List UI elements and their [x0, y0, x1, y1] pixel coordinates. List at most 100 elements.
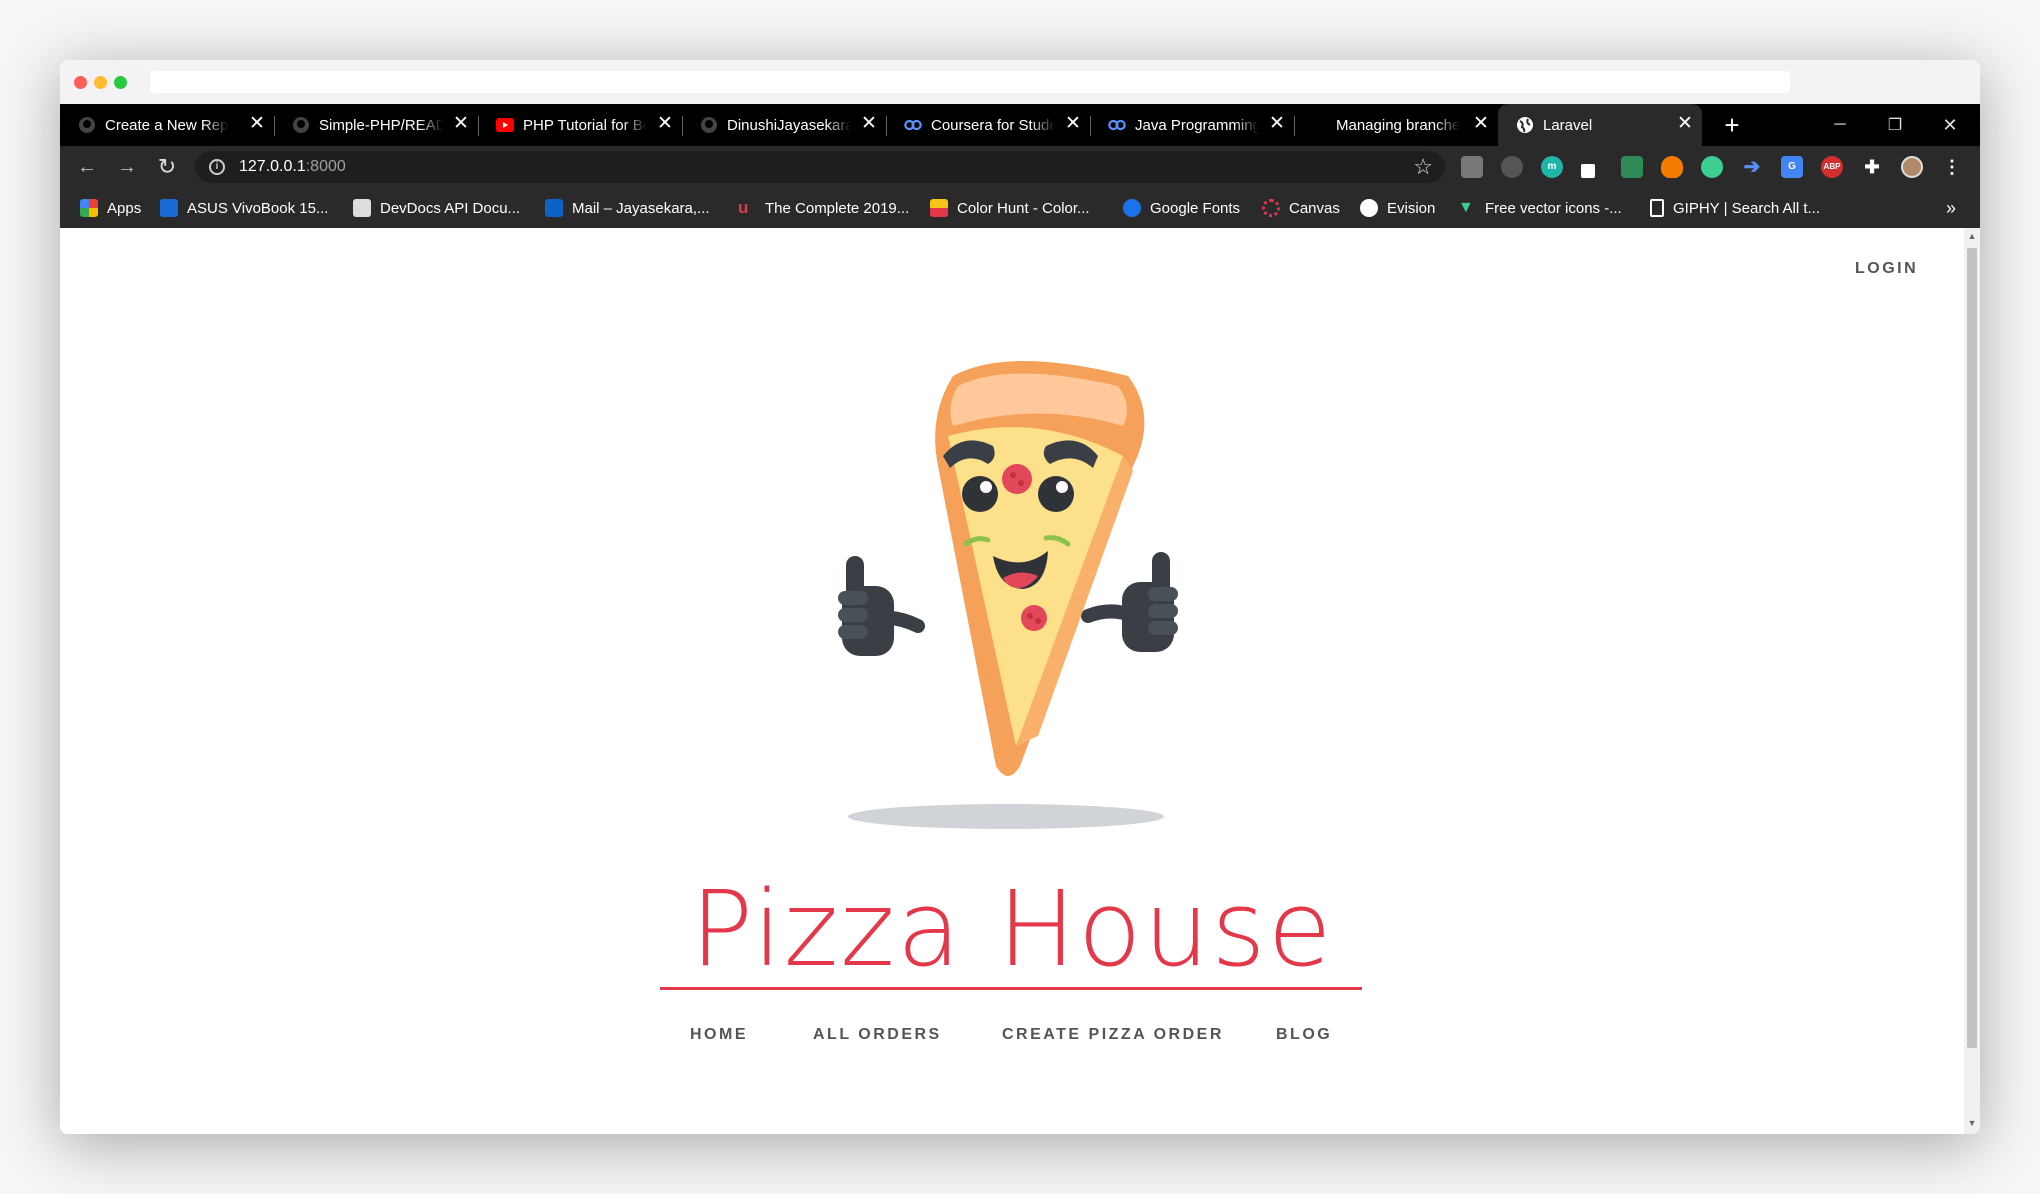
close-icon[interactable]: ✕ [857, 112, 881, 136]
bookmark-udemy[interactable]: u The Complete 2019... [738, 188, 909, 228]
scrollbar-thumb[interactable] [1967, 248, 1977, 1048]
page-title: Pizza House [690, 868, 1334, 990]
bookmark-label: Google Fonts [1150, 199, 1241, 217]
bookmark-colorhunt[interactable]: Color Hunt - Color... [930, 188, 1090, 228]
tab-label: Create a New Repo [105, 117, 229, 134]
nav-create-pizza-order-link[interactable]: CREATE PIZZA ORDER [1002, 1026, 1224, 1044]
bookmark-asus[interactable]: ASUS VivoBook 15... [160, 188, 328, 228]
close-icon[interactable]: ✕ [449, 112, 473, 136]
minimize-window-dot[interactable] [94, 76, 107, 89]
mascot-shadow [848, 804, 1164, 829]
info-icon[interactable]: i [209, 159, 225, 175]
bookmarks-overflow-button[interactable]: » [1946, 188, 1956, 228]
tab-dinushi[interactable]: DinushiJayasekara ✕ [682, 104, 886, 146]
forward-arrow-icon[interactable]: → [114, 154, 140, 180]
zoom-window-dot[interactable] [114, 76, 127, 89]
bookmark-label: Color Hunt - Color... [957, 199, 1090, 217]
coursera-icon [904, 116, 922, 134]
login-link[interactable]: LOGIN [1855, 260, 1918, 278]
puzzle-extensions-icon[interactable]: ✚ [1861, 156, 1883, 178]
color-extension-icon[interactable] [1701, 156, 1723, 178]
bookmark-label: Canvas [1289, 199, 1340, 217]
tab-laravel[interactable]: Laravel ✕ [1498, 104, 1702, 146]
tab-java[interactable]: Java Programming ✕ [1090, 104, 1294, 146]
scroll-up-arrow-icon[interactable]: ▲ [1964, 231, 1980, 245]
bookmarks-bar: Apps ASUS VivoBook 15... DevDocs API Doc… [60, 188, 1980, 228]
devdocs-icon [353, 199, 371, 217]
mac-url-field [150, 71, 1790, 93]
kebab-menu-icon[interactable]: ⋮ [1941, 156, 1963, 178]
tab-managing-branches[interactable]: Managing branche ✕ [1294, 104, 1498, 146]
close-icon[interactable]: ✕ [1469, 112, 1493, 136]
bookmark-giphy[interactable]: GIPHY | Search All t... [1650, 188, 1820, 228]
screenshot-extension-icon[interactable] [1461, 156, 1483, 178]
bookmark-free-vector[interactable]: ▼ Free vector icons -... [1458, 188, 1622, 228]
bookmark-label: Free vector icons -... [1485, 199, 1622, 217]
bookmark-label: Mail – Jayasekara,... [572, 199, 710, 217]
tab-strip: Create a New Repo ✕ Simple-PHP/README ✕ … [60, 104, 1980, 146]
bookmark-label: ASUS VivoBook 15... [187, 199, 329, 217]
close-window-dot[interactable] [74, 76, 87, 89]
close-icon[interactable]: ✕ [1061, 112, 1085, 136]
bug-extension-icon[interactable] [1501, 156, 1523, 178]
pen-extension-icon[interactable] [1581, 164, 1595, 178]
adblock-extension-icon[interactable]: ABP [1821, 156, 1843, 178]
bookmark-label: Apps [107, 199, 142, 217]
nav-all-orders-link[interactable]: ALL ORDERS [813, 1026, 942, 1044]
bookmark-mail[interactable]: Mail – Jayasekara,... [545, 188, 710, 228]
new-tab-button[interactable]: + [1712, 104, 1752, 146]
arrow-extension-icon[interactable]: ➔ [1741, 156, 1763, 178]
nav-blog-link[interactable]: BLOG [1276, 1026, 1332, 1044]
tab-coursera[interactable]: Coursera for Stude ✕ [886, 104, 1090, 146]
udemy-icon: u [738, 198, 749, 217]
tab-label: PHP Tutorial for Be [523, 117, 647, 134]
translate-extension-icon[interactable]: G [1781, 156, 1803, 178]
asus-icon [160, 199, 178, 217]
mail-extension-icon[interactable] [1621, 156, 1643, 178]
avatar[interactable] [1901, 156, 1923, 178]
coursera-icon [1108, 116, 1126, 134]
close-icon[interactable]: ✕ [1673, 112, 1697, 136]
bookmark-evision[interactable]: Evision [1360, 188, 1435, 228]
bookmark-canvas[interactable]: Canvas [1262, 188, 1340, 228]
bookmark-label: GIPHY | Search All t... [1673, 199, 1821, 217]
google-fonts-icon [1123, 199, 1141, 217]
github-icon [78, 116, 96, 134]
page-content: LOGIN Pizza House HOME ALL ORDERS CREATE… [60, 228, 1964, 1134]
tab-label: DinushiJayasekara [727, 117, 851, 134]
tab-php-tutorial[interactable]: PHP Tutorial for Be ✕ [478, 104, 682, 146]
close-button[interactable]: ✕ [1930, 104, 1970, 146]
right-thumbs-up-hand [1122, 552, 1178, 652]
tab-simple-php[interactable]: Simple-PHP/README ✕ [274, 104, 478, 146]
back-arrow-icon[interactable]: ← [74, 154, 100, 180]
close-icon[interactable]: ✕ [653, 112, 677, 136]
pizza-mascot-illustration [838, 361, 1178, 776]
url-port: :8000 [305, 158, 346, 175]
m-extension-icon[interactable]: m [1541, 156, 1563, 178]
reload-icon[interactable]: ↻ [154, 154, 180, 180]
github-icon [292, 116, 310, 134]
tab-create-repo[interactable]: Create a New Repo ✕ [60, 104, 274, 146]
tab-label: Managing branche [1336, 117, 1460, 134]
nav-home-link[interactable]: HOME [690, 1026, 748, 1044]
address-bar[interactable]: i 127.0.0.1:8000 ☆ [195, 151, 1445, 183]
vertical-scrollbar[interactable]: ▲ ▼ [1964, 228, 1980, 1134]
minimize-button[interactable]: ─ [1820, 104, 1860, 146]
tab-label: Simple-PHP/README [319, 117, 443, 134]
bookmark-label: The Complete 2019... [765, 199, 910, 217]
close-icon[interactable]: ✕ [245, 112, 269, 136]
colorhunt-icon [930, 199, 948, 217]
globe-icon [1516, 116, 1534, 134]
bookmark-apps[interactable]: Apps [80, 188, 141, 228]
bookmark-star-icon[interactable]: ☆ [1413, 154, 1433, 180]
url-text: 127.0.0.1:8000 [239, 158, 346, 176]
restore-button[interactable]: ❐ [1875, 104, 1915, 146]
scroll-down-arrow-icon[interactable]: ▼ [1964, 1118, 1980, 1132]
fire-extension-icon[interactable] [1661, 156, 1683, 178]
bookmark-google-fonts[interactable]: Google Fonts [1123, 188, 1240, 228]
close-icon[interactable]: ✕ [1265, 112, 1289, 136]
tab-label: Java Programming [1135, 117, 1259, 134]
apps-grid-icon [80, 199, 98, 217]
bookmark-devdocs[interactable]: DevDocs API Docu... [353, 188, 520, 228]
bookmark-label: Evision [1387, 199, 1436, 217]
